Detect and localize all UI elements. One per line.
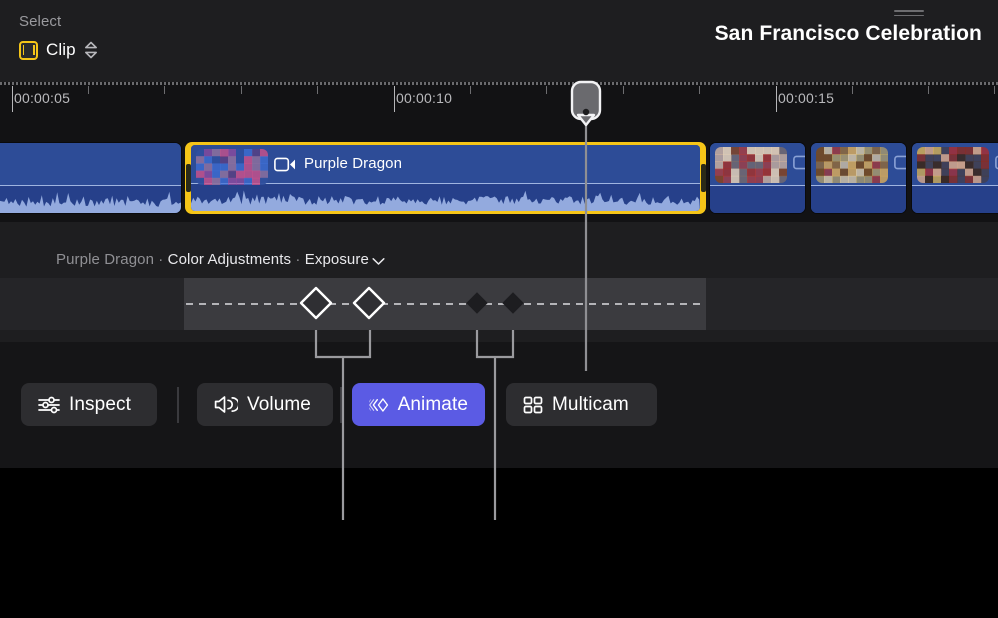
ruler-minor-tick [546, 86, 547, 94]
breadcrumb-parameter: Exposure [305, 251, 369, 268]
ruler-major-tick [776, 86, 777, 112]
video-camera-icon [793, 155, 806, 170]
animate-icon [369, 395, 389, 415]
timeline-clip[interactable] [810, 142, 907, 214]
selection-mode-control[interactable]: Clip [19, 40, 98, 60]
volume-button[interactable]: Volume [197, 383, 333, 426]
keyframe-breadcrumb[interactable]: Purple Dragon · Color Adjustments · Expo… [56, 251, 385, 270]
video-camera-icon [894, 155, 907, 170]
video-camera-icon [274, 157, 296, 172]
clip-audio-region [912, 185, 998, 213]
window-grabber-icon[interactable] [894, 10, 924, 17]
breadcrumb-separator-2: · [291, 251, 305, 268]
clip-body: Purple Dragon [191, 145, 700, 211]
clip-selection-icon [19, 41, 38, 60]
volume-button-label: Volume [247, 394, 311, 416]
ruler-minor-tick [699, 86, 700, 94]
keyframe-value-line [186, 303, 704, 305]
audio-waveform [191, 185, 700, 211]
timeline-clip-selected[interactable]: Purple Dragon [185, 142, 706, 214]
clip-name-label: Purple Dragon [304, 155, 402, 172]
timeline-ruler[interactable]: 00:00:05 00:00:10 00:00:15 [0, 82, 998, 137]
keyframe-marker[interactable] [513, 303, 539, 329]
grid-2x2-icon [523, 396, 543, 414]
clip-thumbnail [196, 149, 268, 185]
clip-trim-handle-left[interactable] [186, 164, 191, 192]
clip-audio-region [710, 185, 805, 213]
ruler-timecode: 00:00:10 [396, 90, 452, 106]
project-title: San Francisco Celebration [715, 22, 982, 46]
multicam-button-label: Multicam [552, 394, 629, 416]
sliders-icon [38, 396, 60, 414]
timeline-clip[interactable] [0, 142, 182, 214]
ruler-timecode: 00:00:05 [14, 90, 70, 106]
ruler-minor-tick [994, 86, 995, 94]
ruler-minor-tick [928, 86, 929, 94]
speaker-wave-icon [214, 395, 238, 414]
button-divider [177, 387, 179, 423]
ruler-minor-tick [241, 86, 242, 94]
clip-audio-region [191, 183, 700, 211]
multicam-button[interactable]: Multicam [506, 383, 657, 426]
keyframe-lane[interactable] [0, 278, 998, 330]
select-label: Select [19, 13, 61, 30]
clip-thumbnail [715, 147, 787, 183]
inspect-button-label: Inspect [69, 394, 131, 416]
ruler-minor-tick [164, 86, 165, 94]
ruler-minor-tick [317, 86, 318, 94]
clip-audio-region [0, 185, 181, 213]
top-bar: Select Clip San Francisco Celebration [0, 0, 998, 82]
clip-video-region [0, 143, 181, 187]
clip-thumbnail-frame [816, 147, 888, 183]
audio-waveform [0, 187, 181, 213]
clip-thumbnail [816, 147, 888, 183]
button-divider [340, 387, 342, 423]
inspect-button[interactable]: Inspect [21, 383, 157, 426]
ruler-major-tick [12, 86, 13, 112]
timeline-track[interactable]: Purple Dragon [0, 137, 998, 222]
clip-audio-region [811, 185, 906, 213]
video-editor-window: Select Clip San Francisco Celebration 00… [0, 0, 998, 618]
animate-button[interactable]: Animate [352, 383, 485, 426]
video-camera-icon [894, 155, 907, 170]
video-camera-icon [274, 157, 296, 172]
chevron-down-icon[interactable] [372, 253, 385, 270]
breadcrumb-category: Color Adjustments [168, 251, 291, 268]
keyframe-marker[interactable] [369, 303, 405, 339]
clip-trim-handle-right[interactable] [701, 164, 706, 192]
ruler-minor-tick [852, 86, 853, 94]
breadcrumb-clip-name: Purple Dragon [56, 251, 154, 268]
ruler-major-tick [394, 86, 395, 112]
ruler-minor-tick [470, 86, 471, 94]
button-divider [494, 387, 496, 423]
selection-mode-label: Clip [46, 40, 76, 60]
timeline-clip[interactable] [709, 142, 806, 214]
clip-thumbnail-frame [196, 149, 268, 185]
ruler-minor-tick [88, 86, 89, 94]
timeline-clip[interactable] [911, 142, 998, 214]
breadcrumb-separator: · [154, 251, 168, 268]
video-camera-icon [793, 155, 806, 170]
keyframe-editor: Purple Dragon · Color Adjustments · Expo… [0, 222, 998, 342]
action-button-bar: Inspect Volume Animate Multicam [0, 342, 998, 468]
clip-thumbnail-frame [917, 147, 989, 183]
bottom-area [0, 468, 998, 618]
ruler-timecode: 00:00:15 [778, 90, 834, 106]
keyframe-marker[interactable] [316, 303, 352, 339]
clip-thumbnail-frame [715, 147, 787, 183]
chevron-up-down-icon[interactable] [84, 41, 98, 59]
animate-button-label: Animate [398, 394, 468, 416]
ruler-dotted-edge [0, 82, 998, 85]
clip-thumbnail [917, 147, 989, 183]
ruler-minor-tick [623, 86, 624, 94]
